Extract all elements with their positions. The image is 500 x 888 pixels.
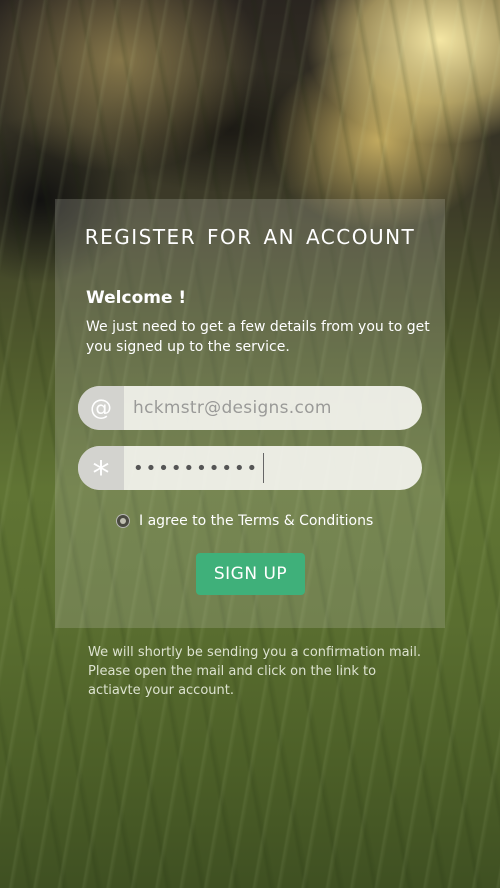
password-field[interactable]: * •••••••••• — [78, 446, 422, 490]
password-input[interactable]: •••••••••• — [124, 453, 265, 483]
terms-agreement[interactable]: I agree to the Terms & Conditions — [116, 513, 373, 529]
terms-label: I agree to the Terms & Conditions — [139, 513, 374, 529]
form-title: REGISTER FOR AN ACCOUNT — [84, 225, 416, 249]
terms-radio[interactable] — [116, 514, 130, 528]
asterisk-icon: * — [78, 446, 124, 490]
password-mask: •••••••••• — [133, 457, 260, 479]
email-input[interactable]: hckmstr@designs.com — [124, 398, 332, 418]
text-caret — [263, 453, 265, 483]
email-field[interactable]: @ hckmstr@designs.com — [78, 386, 422, 430]
welcome-heading: Welcome ! — [86, 288, 187, 308]
intro-text: We just need to get a few details from y… — [86, 319, 430, 355]
confirmation-note: We will shortly be sending you a confirm… — [88, 645, 421, 698]
at-icon: @ — [78, 386, 124, 430]
sign-up-button[interactable]: SIGN UP — [196, 553, 305, 595]
